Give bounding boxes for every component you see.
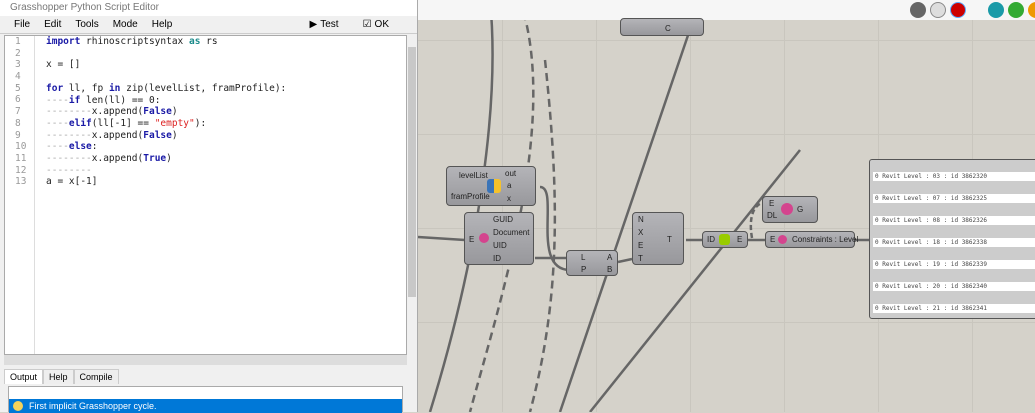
geometry-component[interactable]: E DL G: [762, 196, 818, 223]
wire: [589, 149, 801, 412]
scroll-thumb[interactable]: [408, 47, 416, 297]
play-icon: ▶: [309, 19, 318, 30]
id-component[interactable]: ID E: [702, 231, 748, 248]
code-editor[interactable]: 1 2 3 4 5 6 7 8 9 10 11 12 13 import rhinoscriptsynt…: [4, 35, 407, 355]
bake-icon[interactable]: [988, 2, 1004, 18]
tab-output[interactable]: Output: [4, 369, 44, 384]
filter-component[interactable]: N X E T T: [632, 212, 684, 265]
horizontal-scrollbar[interactable]: [4, 355, 407, 365]
wire: [417, 235, 466, 242]
menu-tools[interactable]: Tools: [75, 19, 98, 30]
code-line: --------: [46, 164, 92, 176]
tab-compile[interactable]: Compile: [73, 369, 119, 384]
element-icon: [479, 233, 489, 243]
panel-item: 0 Revit Level : 20 : id 3862340: [873, 282, 1035, 291]
code-line: --------x.append(False): [46, 129, 178, 141]
sphere-icon[interactable]: [1028, 2, 1035, 18]
menu-file[interactable]: File: [14, 19, 30, 30]
output-message[interactable]: First implicit Grasshopper cycle.: [9, 399, 402, 413]
python-script-editor: Grasshopper Python Script Editor File Ed…: [0, 0, 418, 413]
code-line: ----else:: [46, 141, 98, 153]
code-line: ----if len(ll) == 0:: [46, 94, 161, 106]
top-component[interactable]: C: [620, 18, 704, 36]
wire: [617, 257, 633, 264]
select-icon[interactable]: [1008, 2, 1024, 18]
menu-bar: File Edit Tools Mode Help ▶ Test ☑ OK: [0, 16, 417, 34]
vertical-scrollbar[interactable]: [407, 35, 417, 355]
panel-item: 0 Revit Level : 19 : id 3862339: [873, 260, 1035, 269]
python-logo-icon: [487, 179, 501, 193]
panel-item: 0 Revit Level : 03 : id 3862320: [873, 172, 1035, 181]
code-line: x = []: [46, 59, 81, 71]
output-panel[interactable]: 0 Revit Level : 03 : id 3862320 0 Revit …: [869, 159, 1035, 319]
info-icon: [13, 401, 23, 411]
output-list[interactable]: First implicit Grasshopper cycle.: [8, 386, 403, 413]
code-line: ----elif(ll[-1] == "empty"):: [46, 117, 207, 129]
check-icon: ☑: [362, 19, 372, 30]
wire: [558, 0, 702, 412]
menu-help[interactable]: Help: [152, 19, 173, 30]
list-item-component[interactable]: L P A B: [566, 250, 618, 276]
preview-off-icon[interactable]: [910, 2, 926, 18]
panel-item: 0 Revit Level : 18 : id 3862338: [873, 238, 1035, 247]
code-line: a = x[-1]: [46, 176, 98, 188]
code-line: for ll, fp in zip(levelList, framProfile…: [46, 82, 287, 94]
id-icon: [719, 234, 730, 245]
canvas-toolbar: [418, 0, 1035, 20]
element-component[interactable]: E GUID Document UID ID: [464, 212, 534, 265]
code-line: --------x.append(False): [46, 106, 178, 118]
wireframe-preview-icon[interactable]: [930, 2, 946, 18]
constraints-level-component[interactable]: E Constraints : Level: [765, 231, 858, 248]
line-numbers: 1 2 3 4 5 6 7 8 9 10 11 12 13: [5, 36, 35, 354]
menu-edit[interactable]: Edit: [44, 19, 61, 30]
wire: [428, 0, 494, 412]
menu-mode[interactable]: Mode: [113, 19, 138, 30]
output-tabs: Output Help Compile: [4, 369, 119, 384]
window-title: Grasshopper Python Script Editor: [0, 0, 417, 16]
shaded-preview-icon[interactable]: [950, 2, 966, 18]
parameter-icon: [778, 235, 787, 244]
ok-button[interactable]: ☑ OK: [363, 19, 403, 30]
python-component[interactable]: levelList framProfile out a x: [446, 166, 536, 206]
panel-item: 0 Revit Level : 07 : id 3862325: [873, 194, 1035, 203]
panel-item: 0 Revit Level : 21 : id 3862341: [873, 304, 1035, 313]
panel-item: 0 Revit Level : 08 : id 3862326: [873, 216, 1035, 225]
code-line: --------x.append(True): [46, 153, 172, 164]
tab-help[interactable]: Help: [43, 369, 74, 384]
test-button[interactable]: ▶ Test: [310, 19, 353, 30]
geometry-icon: [781, 203, 793, 215]
code-line: import rhinoscriptsyntax as rs: [46, 36, 218, 47]
